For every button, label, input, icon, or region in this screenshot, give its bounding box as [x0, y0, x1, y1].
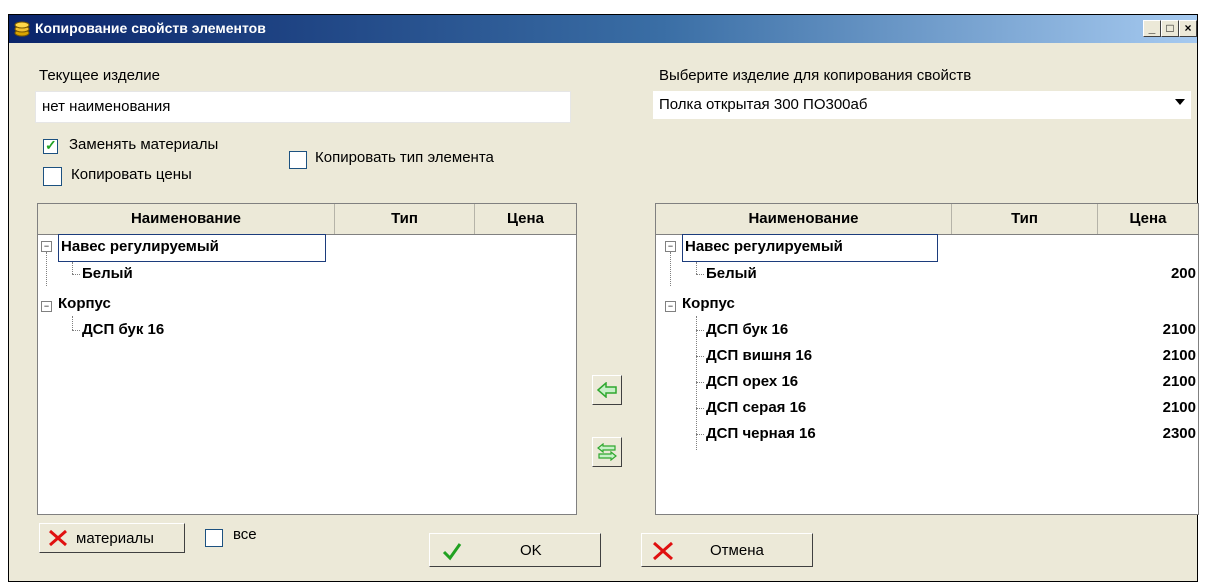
tree-line	[696, 434, 704, 435]
price-cell: 200	[1170, 265, 1196, 282]
price-cell: 2100	[1162, 373, 1196, 390]
source-tree-grid[interactable]: Наименование Тип Цена − Навес регулируем…	[37, 203, 577, 515]
chevron-down-icon[interactable]	[1175, 99, 1185, 105]
maximize-icon: □	[1166, 21, 1174, 35]
target-tree-grid[interactable]: Наименование Тип Цена − Навес регулируем…	[655, 203, 1199, 515]
check-icon	[442, 543, 462, 561]
column-name[interactable]: Наименование	[38, 204, 335, 234]
minimize-icon: _	[1148, 21, 1156, 35]
copy-prices-label: Копировать цены	[71, 166, 192, 183]
replace-materials-checkbox[interactable]	[43, 137, 58, 154]
ok-button-label: OK	[520, 542, 542, 559]
tree-line	[696, 356, 704, 357]
target-product-value: Полка открытая 300 ПО300аб	[659, 96, 868, 113]
tree-line	[696, 408, 704, 409]
tree-node-item[interactable]: Белый	[706, 262, 757, 286]
price-cell: 2300	[1162, 425, 1196, 442]
tree-line	[696, 382, 704, 383]
red-x-icon	[653, 541, 673, 561]
column-type[interactable]: Тип	[335, 204, 475, 234]
swap-button[interactable]	[592, 437, 622, 467]
column-price[interactable]: Цена	[1098, 204, 1198, 234]
title-bar[interactable]: Копирование свойств элементов _ □ ×	[9, 15, 1197, 43]
copy-prices-checkbox[interactable]	[43, 167, 62, 186]
tree-node-group[interactable]: Навес регулируемый	[58, 234, 326, 262]
close-icon: ×	[1184, 21, 1192, 35]
price-cell: 2100	[1162, 399, 1196, 416]
tree-line	[696, 316, 697, 450]
collapse-icon[interactable]: −	[41, 241, 52, 252]
current-product-field[interactable]: нет наименования	[35, 91, 571, 123]
ok-button[interactable]: OK	[429, 533, 601, 567]
source-grid-header: Наименование Тип Цена	[38, 204, 576, 235]
copy-type-checkbox[interactable]	[289, 151, 307, 169]
target-product-select[interactable]: Полка открытая 300 ПО300аб	[653, 91, 1191, 119]
price-cell: 2100	[1162, 321, 1196, 338]
cancel-button-label: Отмена	[710, 542, 764, 559]
close-button[interactable]: ×	[1179, 20, 1197, 37]
target-grid-header: Наименование Тип Цена	[656, 204, 1198, 235]
tree-line	[670, 252, 671, 286]
tree-line	[696, 330, 704, 331]
materials-button-label: материалы	[76, 530, 154, 547]
tree-line	[72, 330, 80, 331]
tree-node-item[interactable]: ДСП орех 16	[706, 370, 798, 394]
cancel-button[interactable]: Отмена	[641, 533, 813, 567]
maximize-button[interactable]: □	[1161, 20, 1179, 37]
current-product-label: Текущее изделие	[39, 67, 160, 84]
collapse-icon[interactable]: −	[665, 301, 676, 312]
tree-node-group[interactable]: Корпус	[682, 292, 735, 316]
tree-line	[696, 274, 704, 275]
window-title: Копирование свойств элементов	[35, 20, 266, 36]
target-product-label: Выберите изделие для копирования свойств	[659, 67, 972, 84]
red-x-icon	[49, 529, 67, 547]
price-cell: 2100	[1162, 347, 1196, 364]
tree-line	[72, 262, 73, 274]
app-icon	[14, 21, 30, 37]
arrow-left-icon	[597, 382, 617, 398]
replace-materials-label: Заменять материалы	[69, 136, 219, 153]
tree-node-item[interactable]: ДСП серая 16	[706, 396, 806, 420]
collapse-icon[interactable]: −	[665, 241, 676, 252]
tree-line	[696, 262, 697, 274]
tree-node-item[interactable]: ДСП вишня 16	[706, 344, 812, 368]
column-type[interactable]: Тип	[952, 204, 1098, 234]
tree-line	[46, 252, 47, 286]
column-price[interactable]: Цена	[475, 204, 576, 234]
minimize-button[interactable]: _	[1143, 20, 1161, 37]
tree-node-item[interactable]: Белый	[82, 262, 133, 286]
tree-node-item[interactable]: ДСП бук 16	[706, 318, 788, 342]
tree-node-item[interactable]: ДСП бук 16	[82, 318, 164, 342]
all-label: все	[233, 526, 257, 543]
tree-node-item[interactable]: ДСП черная 16	[706, 422, 816, 446]
tree-node-group[interactable]: Корпус	[58, 292, 111, 316]
tree-node-group[interactable]: Навес регулируемый	[682, 234, 938, 262]
all-checkbox[interactable]	[205, 529, 223, 547]
column-name[interactable]: Наименование	[656, 204, 952, 234]
swap-arrows-icon	[597, 443, 617, 461]
copy-properties-dialog: Копирование свойств элементов _ □ × Теку…	[8, 14, 1199, 582]
copy-type-label: Копировать тип элемента	[315, 149, 494, 166]
collapse-icon[interactable]: −	[41, 301, 52, 312]
copy-left-button[interactable]	[592, 375, 622, 405]
tree-line	[72, 316, 73, 330]
tree-line	[72, 274, 80, 275]
clear-materials-button[interactable]: материалы	[39, 523, 185, 553]
